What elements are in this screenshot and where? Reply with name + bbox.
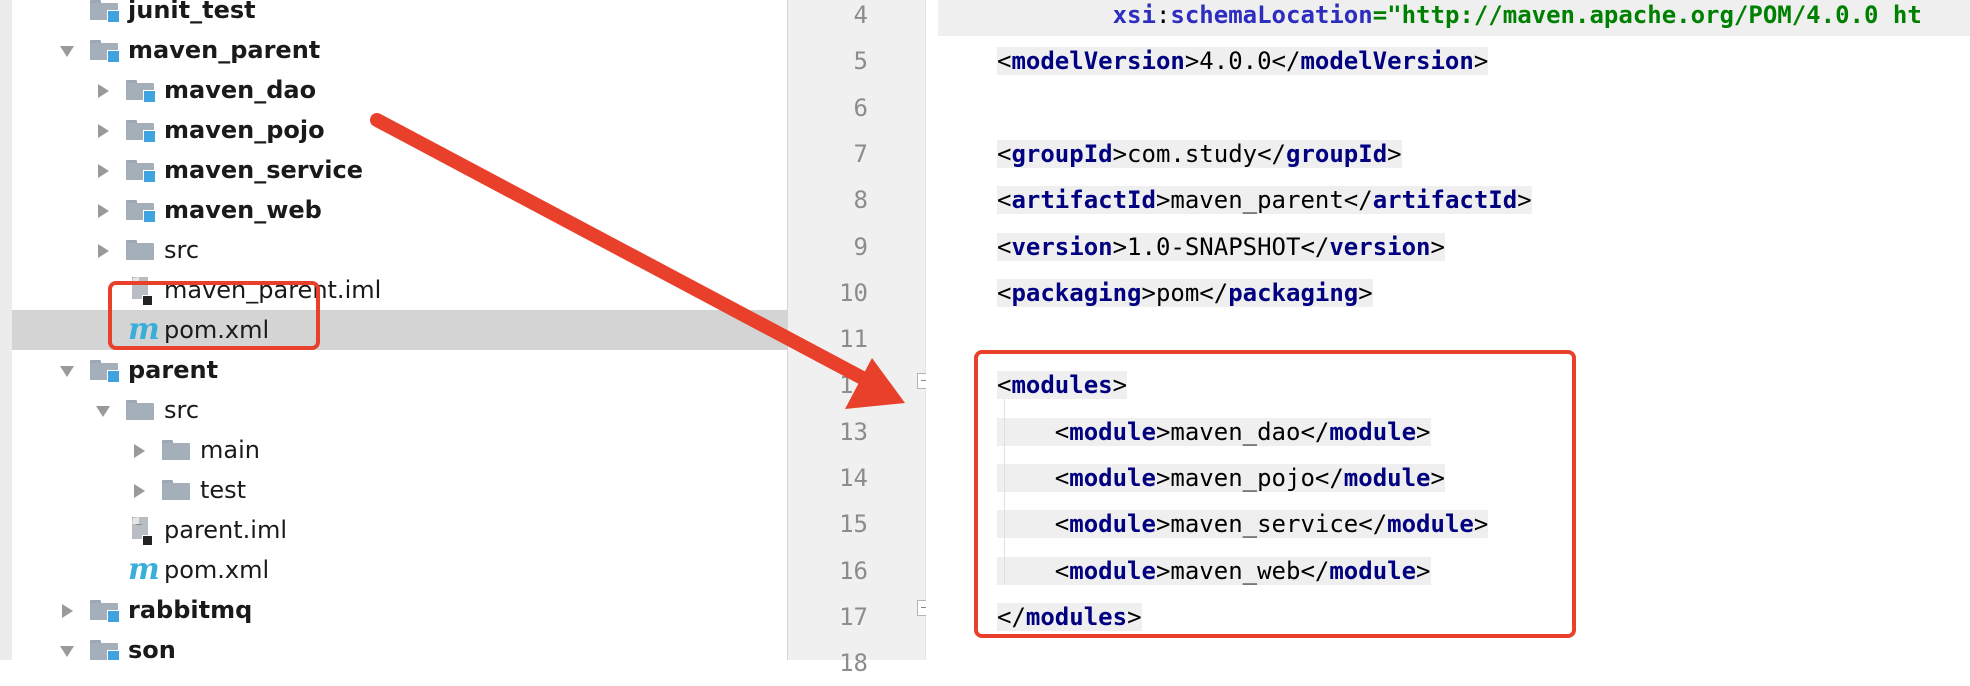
annotation-arrow-icon [370,113,905,409]
